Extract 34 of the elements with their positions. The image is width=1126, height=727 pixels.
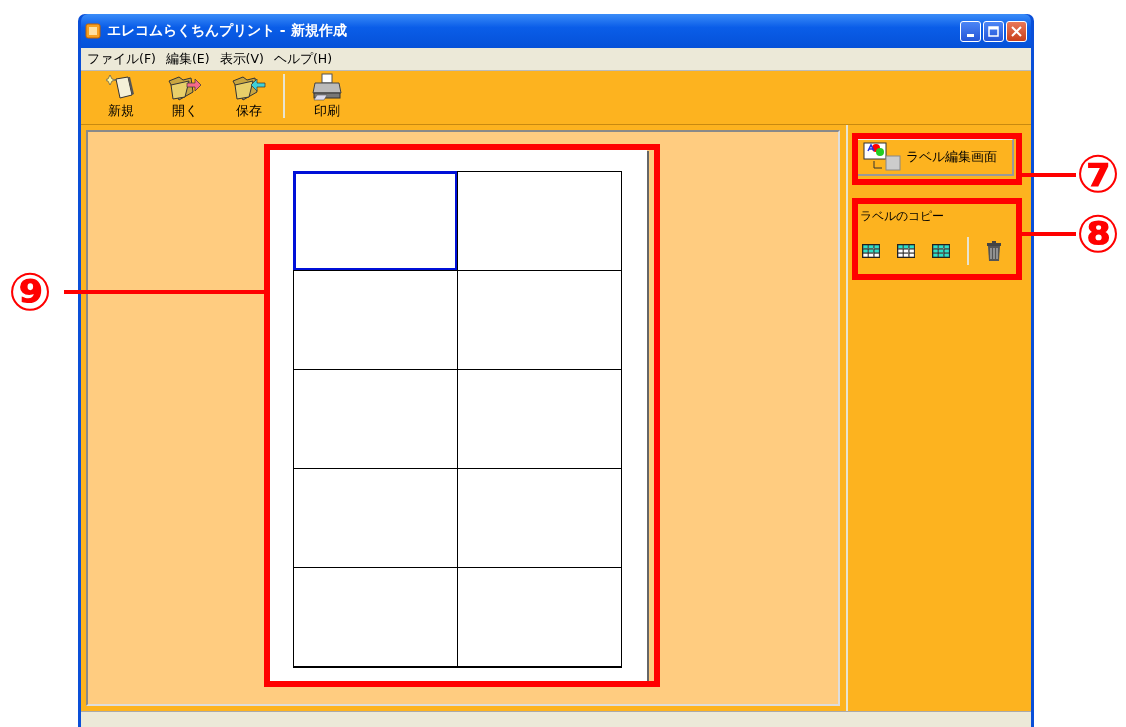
label-edit-icon xyxy=(862,142,902,172)
menu-item[interactable]: 編集(E) xyxy=(165,50,210,68)
toolbar-button[interactable]: 印刷 xyxy=(295,73,359,120)
close-button[interactable] xyxy=(1006,20,1027,42)
callout-number: ⑧ xyxy=(1076,208,1121,260)
callout-number: ⑦ xyxy=(1076,148,1121,200)
copy-group-title: ラベルのコピー xyxy=(860,208,945,225)
maximize-button[interactable] xyxy=(983,20,1004,42)
copy-button[interactable] xyxy=(862,244,880,258)
minimize-button[interactable] xyxy=(960,20,981,42)
grid-icon xyxy=(932,244,950,258)
new-document-icon xyxy=(106,73,136,101)
folder-arrow-icon xyxy=(231,73,267,101)
trash-icon xyxy=(986,241,1002,261)
app-icon xyxy=(85,23,101,39)
printer-icon xyxy=(311,73,343,101)
copy-button[interactable] xyxy=(897,244,915,258)
toolbar-button[interactable]: 新規 xyxy=(89,73,153,120)
menu-item[interactable]: 表示(V) xyxy=(219,50,264,68)
minimize-icon xyxy=(967,33,974,37)
folder-arrow-icon xyxy=(167,73,203,101)
label-edit-button[interactable]: ラベル編集画面 xyxy=(856,138,1014,176)
toolbar-button[interactable]: 開く xyxy=(153,73,217,120)
window-title: エレコムらくちんプリント - 新規作成 xyxy=(107,22,347,40)
grid-icon xyxy=(862,244,880,258)
callout-number: ⑨ xyxy=(8,266,53,318)
menu-item[interactable]: ファイル(F) xyxy=(87,50,156,68)
close-icon xyxy=(1011,25,1022,37)
delete-button[interactable] xyxy=(986,241,1002,261)
copy-button[interactable] xyxy=(932,244,950,258)
maximize-icon xyxy=(988,25,999,37)
grid-icon xyxy=(897,244,915,258)
toolbar-button[interactable]: 保存 xyxy=(217,73,281,120)
menu-item[interactable]: ヘルプ(H) xyxy=(273,50,333,68)
